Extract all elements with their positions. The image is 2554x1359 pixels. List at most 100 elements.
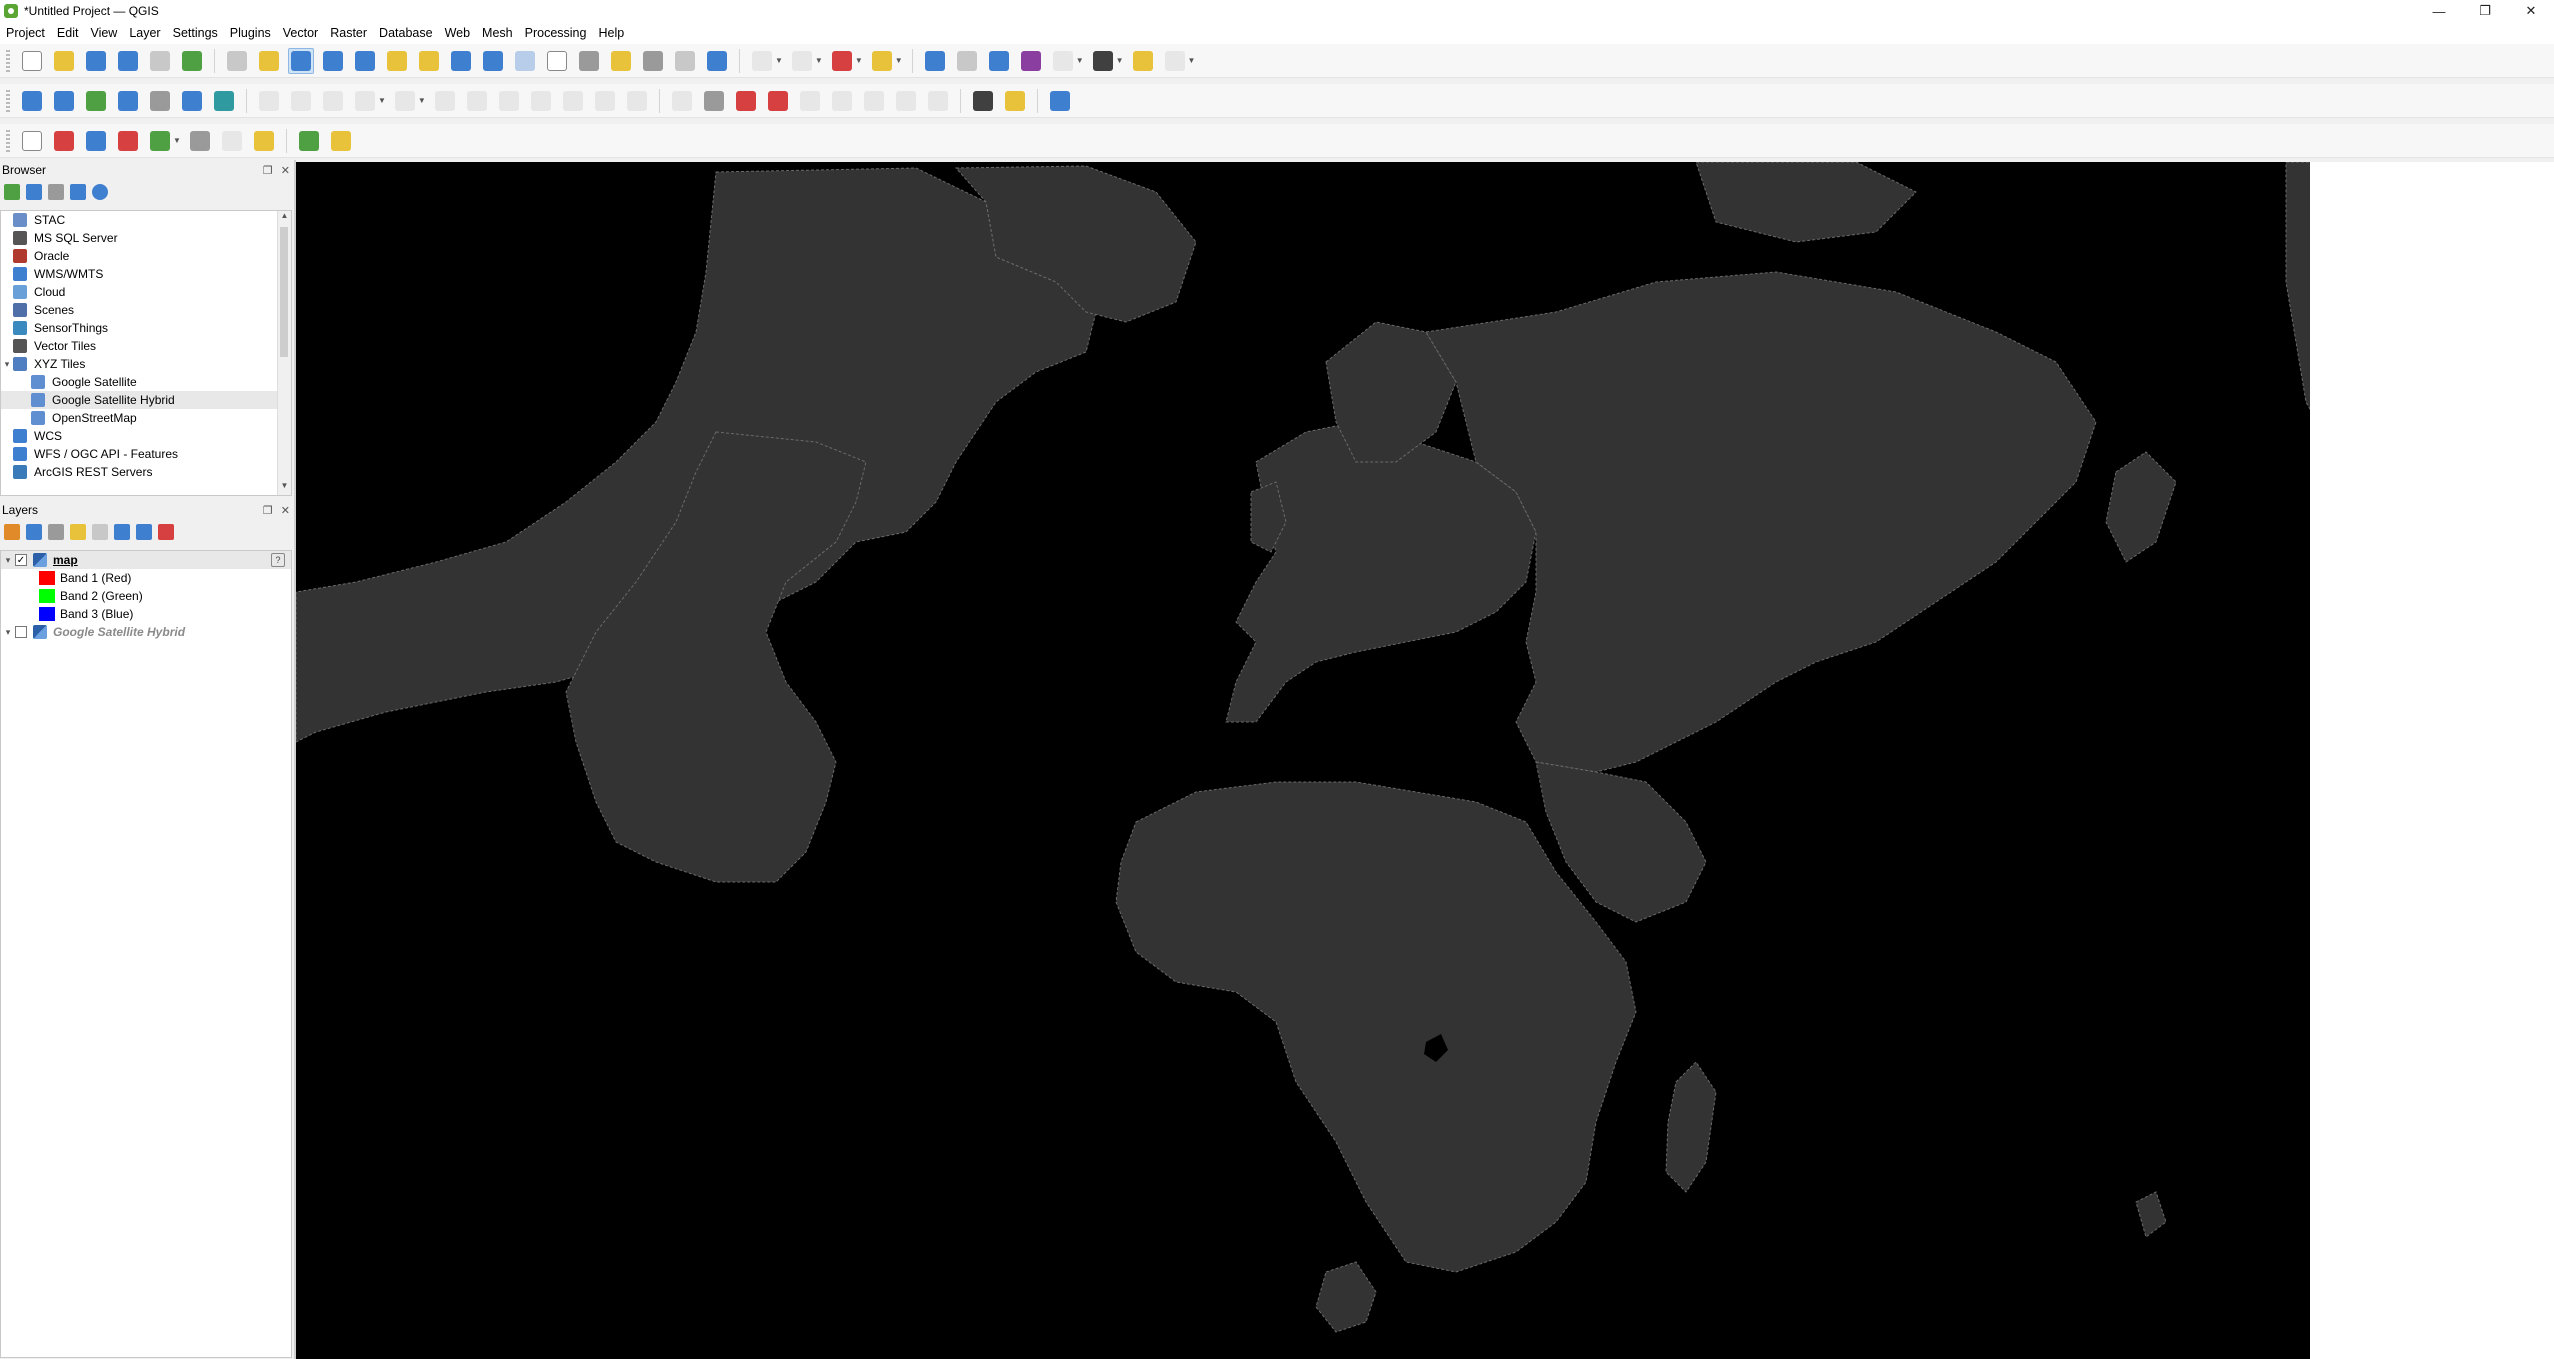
add-vector-button[interactable] <box>83 88 109 114</box>
layer-visibility-checkbox[interactable]: ✓ <box>15 554 27 566</box>
save-project-button[interactable] <box>83 48 109 74</box>
browser-item-ms-sql-server[interactable]: MS SQL Server <box>1 229 291 247</box>
browser-item-arcgis-rest-servers[interactable]: ArcGIS REST Servers <box>1 463 291 481</box>
menu-database[interactable]: Database <box>373 26 439 40</box>
zoom-next-button[interactable] <box>512 48 538 74</box>
vertex-tool-button[interactable] <box>392 88 418 114</box>
identify-button[interactable] <box>922 48 948 74</box>
save-edits-button[interactable] <box>320 88 346 114</box>
browser-item-google-satellite-hybrid[interactable]: Google Satellite Hybrid <box>1 391 291 409</box>
annotation-button[interactable] <box>1162 48 1188 74</box>
scroll-up-icon[interactable]: ▲ <box>278 211 291 225</box>
menu-layer[interactable]: Layer <box>123 26 166 40</box>
help-icon[interactable]: ? <box>271 553 285 567</box>
help-button[interactable] <box>1047 88 1073 114</box>
menu-settings[interactable]: Settings <box>167 26 224 40</box>
wrench-tool-button[interactable] <box>251 128 277 154</box>
browser-item-sensorthings[interactable]: SensorThings <box>1 319 291 337</box>
delete-selected-button[interactable] <box>464 88 490 114</box>
screenshot-tool-button[interactable] <box>147 128 173 154</box>
add-spatialite-button[interactable] <box>179 88 205 114</box>
browser-item-cloud[interactable]: Cloud <box>1 283 291 301</box>
layer-styling-icon[interactable] <box>4 524 20 540</box>
select-features-button[interactable] <box>749 48 775 74</box>
zoom-layer-button[interactable] <box>416 48 442 74</box>
refresh-button[interactable] <box>704 48 730 74</box>
chevron-down-icon[interactable]: ▾ <box>1 555 15 566</box>
temporal-controller-button[interactable] <box>672 48 698 74</box>
zoom-full-button[interactable] <box>352 48 378 74</box>
toolbar-grip[interactable] <box>6 89 10 112</box>
deselect-button[interactable] <box>829 48 855 74</box>
redo-button[interactable] <box>624 88 650 114</box>
menu-project[interactable]: Project <box>0 26 51 40</box>
graphical-modeler-button[interactable] <box>328 128 354 154</box>
float-icon[interactable]: ❐ <box>263 504 273 517</box>
menu-edit[interactable]: Edit <box>51 26 85 40</box>
chevron-down-icon[interactable]: ▼ <box>418 96 426 105</box>
label-pin-button[interactable] <box>701 88 727 114</box>
map-tips-button[interactable] <box>1130 48 1156 74</box>
scrollbar-thumb[interactable] <box>280 227 288 357</box>
map-canvas[interactable] <box>296 162 2310 1359</box>
select-location-button[interactable] <box>869 48 895 74</box>
label-change-button[interactable] <box>861 88 887 114</box>
filter-icon[interactable] <box>48 184 64 200</box>
filter-legend-icon[interactable] <box>70 524 86 540</box>
select-by-value-button[interactable] <box>789 48 815 74</box>
statistics-button[interactable] <box>1018 48 1044 74</box>
browser-item-stac[interactable]: STAC <box>1 211 291 229</box>
close-icon[interactable]: ✕ <box>281 504 290 517</box>
label-move-button[interactable] <box>797 88 823 114</box>
chevron-down-icon[interactable]: ▼ <box>378 96 386 105</box>
python-console-button[interactable] <box>1002 88 1028 114</box>
menu-processing[interactable]: Processing <box>519 26 593 40</box>
collapse-all-icon[interactable] <box>70 184 86 200</box>
label-diagram-button[interactable] <box>925 88 951 114</box>
close-button[interactable]: ✕ <box>2508 0 2554 22</box>
globe-tool-button[interactable] <box>187 128 213 154</box>
toggle-editing-button[interactable] <box>288 88 314 114</box>
new-bookmark-button[interactable] <box>608 48 634 74</box>
measure-button[interactable] <box>1090 48 1116 74</box>
style-manager-button[interactable] <box>179 48 205 74</box>
attribute-table-button[interactable] <box>954 48 980 74</box>
browser-item-wfs-ogc-api-features[interactable]: WFS / OGC API - Features <box>1 445 291 463</box>
georeferencer-button[interactable] <box>51 128 77 154</box>
add-group-icon[interactable] <box>26 524 42 540</box>
browser-item-oracle[interactable]: Oracle <box>1 247 291 265</box>
label-tool-button[interactable] <box>669 88 695 114</box>
plugin-globe-button[interactable] <box>970 88 996 114</box>
filter-expression-icon[interactable] <box>92 524 108 540</box>
float-icon[interactable]: ❐ <box>263 164 273 177</box>
data-source-manager-button[interactable] <box>19 88 45 114</box>
save-as-button[interactable] <box>115 48 141 74</box>
modify-attributes-button[interactable] <box>432 88 458 114</box>
zoom-last-button[interactable] <box>480 48 506 74</box>
add-layer-icon[interactable] <box>4 184 20 200</box>
chevron-down-icon[interactable]: ▼ <box>855 56 863 65</box>
toolbar-grip[interactable] <box>6 49 10 72</box>
chevron-down-icon[interactable]: ▼ <box>1076 56 1084 65</box>
menu-raster[interactable]: Raster <box>324 26 373 40</box>
label-show-hide-button[interactable] <box>765 88 791 114</box>
chevron-down-icon[interactable]: ▼ <box>1116 56 1124 65</box>
new-project-button[interactable] <box>19 48 45 74</box>
layout-manager-button[interactable] <box>147 48 173 74</box>
label-properties-button[interactable] <box>893 88 919 114</box>
expand-all-icon[interactable] <box>114 524 130 540</box>
new-map-view-button[interactable] <box>544 48 570 74</box>
current-edits-button[interactable] <box>256 88 282 114</box>
processing-toolbox-button[interactable] <box>296 128 322 154</box>
show-bookmarks-button[interactable] <box>640 48 666 74</box>
browser-item-openstreetmap[interactable]: OpenStreetMap <box>1 409 291 427</box>
menu-help[interactable]: Help <box>592 26 630 40</box>
chevron-down-icon[interactable]: ▼ <box>815 56 823 65</box>
network-tool-button[interactable] <box>219 128 245 154</box>
zoom-in-button[interactable] <box>288 47 314 74</box>
minimize-button[interactable]: — <box>2416 0 2462 22</box>
zoom-tool-2-button[interactable] <box>115 128 141 154</box>
label-rotate-button[interactable] <box>829 88 855 114</box>
chevron-down-icon[interactable]: ▾ <box>1 627 15 638</box>
chevron-down-icon[interactable]: ▼ <box>1188 56 1196 65</box>
